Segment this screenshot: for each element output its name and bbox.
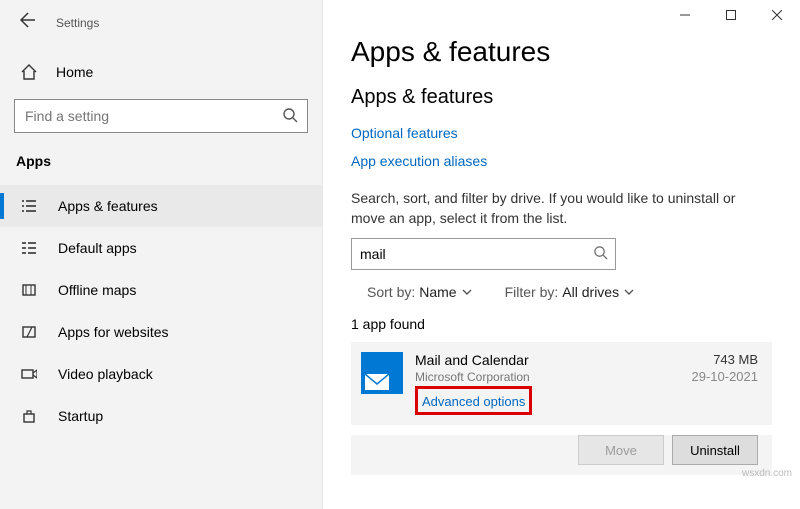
- close-icon: [772, 10, 782, 20]
- sidebar-item-video-playback[interactable]: Video playback: [0, 353, 322, 395]
- description-text: Search, sort, and filter by drive. If yo…: [351, 189, 772, 228]
- sidebar-item-label: Default apps: [58, 240, 137, 256]
- app-info: Mail and Calendar Microsoft Corporation …: [415, 352, 692, 415]
- sidebar-item-label: Offline maps: [58, 282, 136, 298]
- video-playback-icon: [20, 365, 38, 383]
- app-execution-aliases-link[interactable]: App execution aliases: [351, 153, 487, 169]
- maximize-button[interactable]: [708, 0, 754, 30]
- close-button[interactable]: [754, 0, 800, 30]
- section-title: Apps & features: [351, 86, 772, 109]
- sidebar-item-label: Apps for websites: [58, 324, 169, 340]
- app-date: 29-10-2021: [692, 369, 759, 384]
- sidebar: Settings Home Apps Apps & features Defau…: [0, 0, 323, 509]
- sidebar-nav: Apps & features Default apps Offline map…: [0, 185, 322, 437]
- sort-by-dropdown[interactable]: Sort by: Name: [367, 284, 473, 300]
- app-list-item[interactable]: Mail and Calendar Microsoft Corporation …: [351, 342, 772, 425]
- advanced-options-link[interactable]: Advanced options: [422, 394, 525, 409]
- sidebar-item-startup[interactable]: Startup: [0, 395, 322, 437]
- sidebar-item-label: Video playback: [58, 366, 153, 382]
- sidebar-section-header: Apps: [0, 147, 322, 179]
- title-bar: Settings: [0, 0, 322, 45]
- content-area: Apps & features Apps & features Optional…: [323, 0, 800, 475]
- sort-value: Name: [419, 284, 456, 300]
- search-icon: [282, 107, 298, 128]
- chevron-down-icon: [461, 286, 473, 298]
- home-label: Home: [56, 64, 93, 80]
- offline-maps-icon: [20, 281, 38, 299]
- home-icon: [20, 63, 38, 81]
- app-action-buttons: Move Uninstall: [351, 435, 772, 475]
- page-title: Apps & features: [351, 36, 772, 68]
- apps-for-websites-icon: [20, 323, 38, 341]
- sidebar-item-apps-features[interactable]: Apps & features: [0, 185, 322, 227]
- minimize-icon: [680, 10, 690, 20]
- app-publisher: Microsoft Corporation: [415, 370, 692, 384]
- default-apps-icon: [20, 239, 38, 257]
- move-button: Move: [578, 435, 664, 465]
- back-button[interactable]: [12, 8, 44, 37]
- sort-label: Sort by:: [367, 284, 415, 300]
- search-icon: [593, 245, 608, 265]
- window-controls: [662, 0, 800, 30]
- window-title: Settings: [56, 16, 99, 30]
- minimize-button[interactable]: [662, 0, 708, 30]
- arrow-left-icon: [20, 12, 36, 28]
- filter-value: All drives: [562, 284, 619, 300]
- optional-features-link[interactable]: Optional features: [351, 125, 458, 141]
- sidebar-item-apps-for-websites[interactable]: Apps for websites: [0, 311, 322, 353]
- sidebar-search: [14, 99, 308, 133]
- filter-by-dropdown[interactable]: Filter by: All drives: [505, 284, 635, 300]
- maximize-icon: [726, 10, 736, 20]
- app-name: Mail and Calendar: [415, 352, 692, 368]
- result-count: 1 app found: [351, 316, 772, 332]
- chevron-down-icon: [623, 286, 635, 298]
- apps-features-icon: [20, 197, 38, 215]
- sidebar-item-offline-maps[interactable]: Offline maps: [0, 269, 322, 311]
- mail-app-icon: [361, 352, 403, 394]
- highlight-box: Advanced options: [415, 386, 532, 415]
- watermark: wsxdn.com: [742, 468, 792, 479]
- filter-label: Filter by:: [505, 284, 559, 300]
- main-panel: Apps & features Apps & features Optional…: [323, 0, 800, 509]
- app-search-input[interactable]: [351, 238, 616, 270]
- app-search: [351, 238, 616, 270]
- sidebar-item-label: Startup: [58, 408, 103, 424]
- find-setting-input[interactable]: [14, 99, 308, 133]
- startup-icon: [20, 407, 38, 425]
- app-meta: 743 MB 29-10-2021: [692, 352, 759, 384]
- sidebar-item-label: Apps & features: [58, 198, 158, 214]
- sidebar-item-default-apps[interactable]: Default apps: [0, 227, 322, 269]
- sort-filter-row: Sort by: Name Filter by: All drives: [351, 284, 772, 300]
- uninstall-button[interactable]: Uninstall: [672, 435, 758, 465]
- app-size: 743 MB: [692, 352, 759, 367]
- home-nav[interactable]: Home: [0, 53, 322, 91]
